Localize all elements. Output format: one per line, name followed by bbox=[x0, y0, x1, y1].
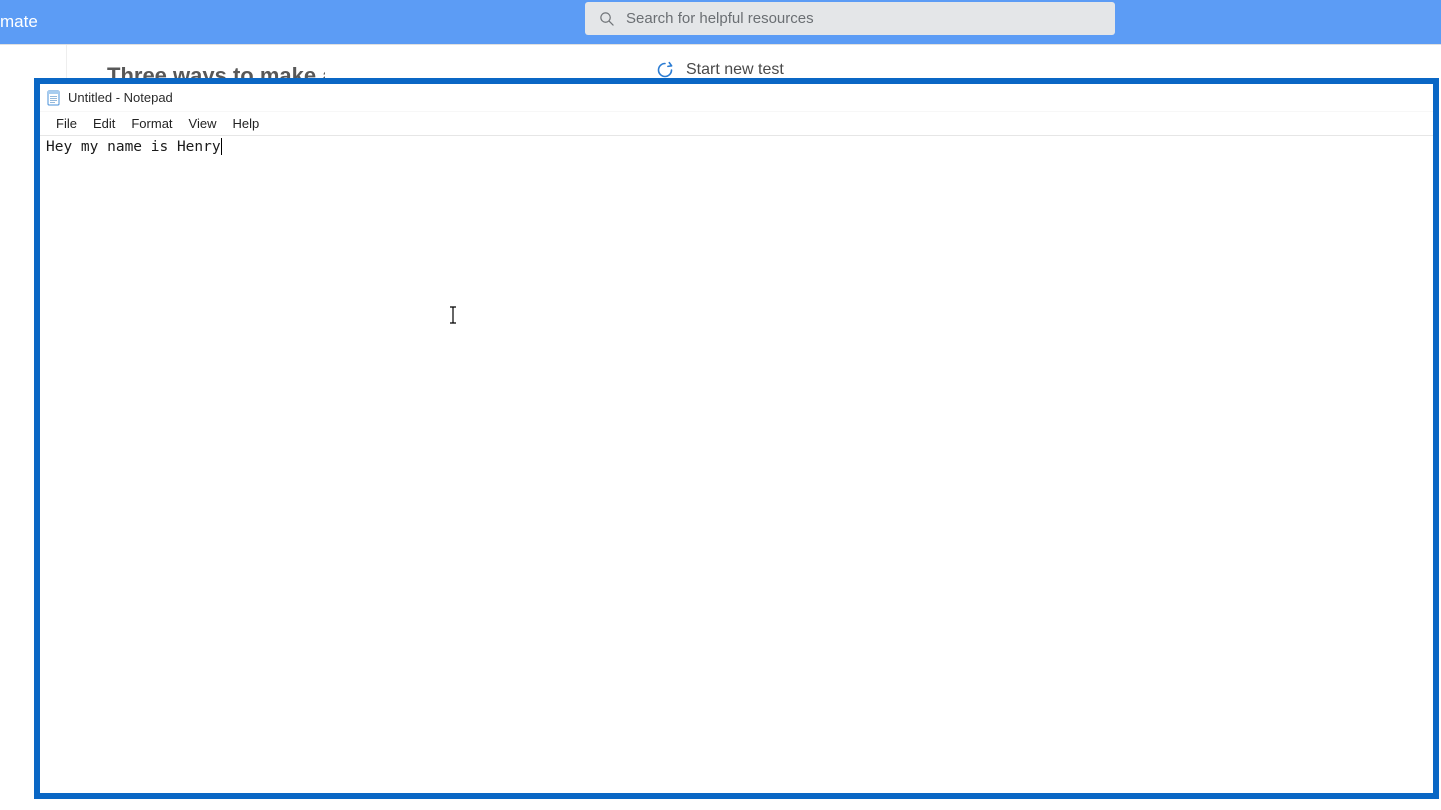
menu-view[interactable]: View bbox=[181, 113, 225, 134]
notepad-window-title: Untitled - Notepad bbox=[68, 90, 173, 105]
notepad-text-area[interactable]: Hey my name is Henry bbox=[40, 136, 1433, 793]
notepad-menubar: File Edit Format View Help bbox=[40, 112, 1433, 136]
refresh-icon bbox=[656, 61, 674, 79]
background-app-header: mate Search for helpful resources bbox=[0, 0, 1441, 44]
start-new-test-button[interactable]: Start new test bbox=[656, 61, 784, 79]
text-caret bbox=[221, 138, 222, 155]
menu-help[interactable]: Help bbox=[224, 113, 267, 134]
notepad-titlebar[interactable]: Untitled - Notepad bbox=[40, 84, 1433, 112]
notepad-text-content: Hey my name is Henry bbox=[46, 139, 221, 155]
menu-format[interactable]: Format bbox=[123, 113, 180, 134]
search-box[interactable]: Search for helpful resources bbox=[585, 2, 1115, 35]
search-placeholder: Search for helpful resources bbox=[626, 10, 814, 27]
start-new-test-label: Start new test bbox=[686, 61, 784, 79]
search-icon bbox=[599, 11, 614, 26]
notepad-window: Untitled - Notepad File Edit Format View… bbox=[34, 78, 1439, 799]
menu-file[interactable]: File bbox=[48, 113, 85, 134]
background-app-title: mate bbox=[0, 12, 38, 32]
notepad-app-icon bbox=[46, 90, 62, 106]
menu-edit[interactable]: Edit bbox=[85, 113, 123, 134]
